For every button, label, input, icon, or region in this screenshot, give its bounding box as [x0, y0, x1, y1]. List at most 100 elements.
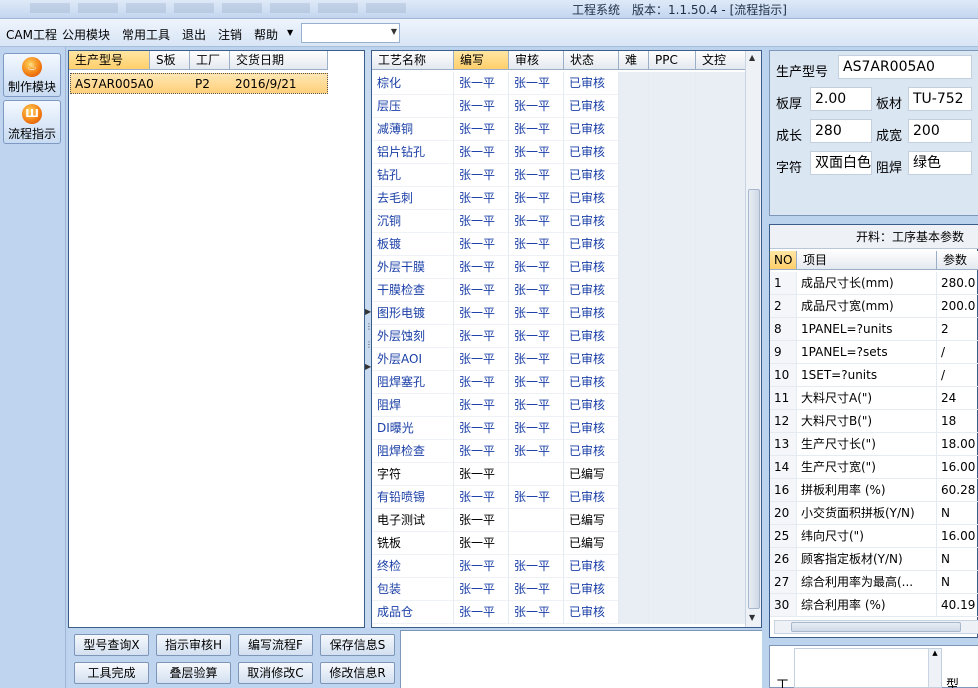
process-col-ppc[interactable]: PPC	[649, 51, 696, 70]
nav-make-label: 制作模块	[7, 80, 56, 94]
review-instruction-button[interactable]: 指示审核H	[156, 634, 231, 656]
order-col-s[interactable]: S板	[150, 51, 190, 70]
params-col-value[interactable]: 参数	[937, 251, 978, 270]
table-row[interactable]: 14 生产尺寸宽(") 16.00	[770, 456, 978, 479]
notes-area[interactable]	[400, 630, 762, 688]
table-row[interactable]: 成品仓 张一平 张一平 已审核	[372, 601, 746, 624]
table-row[interactable]: AS7AR005A0 P2 2016/9/21	[70, 73, 328, 94]
table-row[interactable]: 12 大料尺寸B(") 18	[770, 410, 978, 433]
stackup-verify-button[interactable]: 叠层验算	[156, 662, 231, 684]
write-flow-button[interactable]: 编写流程F	[238, 634, 313, 656]
save-info-button[interactable]: 保存信息S	[320, 634, 395, 656]
menu-combo-box[interactable]: ▼	[301, 23, 400, 43]
params-col-no[interactable]: NO	[770, 251, 797, 270]
table-row[interactable]: 包装 张一平 张一平 已审核	[372, 578, 746, 601]
nav-flow-button[interactable]: Ш 流程指示	[3, 100, 61, 144]
table-row[interactable]: 13 生产尺寸长(") 18.00	[770, 433, 978, 456]
menu-logout[interactable]: 注销	[218, 26, 242, 43]
table-row[interactable]: 30 综合利用率 (%) 40.19	[770, 594, 978, 617]
table-row[interactable]: 沉铜 张一平 张一平 已审核	[372, 210, 746, 233]
table-row[interactable]: 外层干膜 张一平 张一平 已审核	[372, 256, 746, 279]
bottom-scrollbar[interactable]: ▲	[928, 649, 941, 687]
params-value-cell: 24	[937, 387, 978, 410]
table-row[interactable]: DI曝光 张一平 张一平 已审核	[372, 417, 746, 440]
table-row[interactable]: 钻孔 张一平 张一平 已审核	[372, 164, 746, 187]
process-col-writer[interactable]: 编写	[454, 51, 509, 70]
order-col-date[interactable]: 交货日期	[230, 51, 328, 70]
table-row[interactable]: 有铅喷锡 张一平 张一平 已审核	[372, 486, 746, 509]
process-doc-control-cell	[696, 486, 746, 509]
table-row[interactable]: 板镀 张一平 张一平 已审核	[372, 233, 746, 256]
params-value-cell: 40.19	[937, 594, 978, 617]
table-row[interactable]: 图形电镀 张一平 张一平 已审核	[372, 302, 746, 325]
table-row[interactable]: 去毛刺 张一平 张一平 已审核	[372, 187, 746, 210]
process-col-name[interactable]: 工艺名称	[372, 51, 454, 70]
model-field[interactable]: AS7AR005A0	[838, 55, 972, 79]
table-row[interactable]: 26 顾客指定板材(Y/N) N	[770, 548, 978, 571]
params-col-item[interactable]: 项目	[797, 251, 937, 270]
menu-common-tools[interactable]: 常用工具	[122, 26, 170, 43]
help-dropdown-icon[interactable]: ▼	[287, 28, 293, 37]
table-row[interactable]: 11 大料尺寸A(") 24	[770, 387, 978, 410]
order-col-model[interactable]: 生产型号	[69, 51, 150, 70]
params-no-cell: 20	[770, 502, 797, 525]
table-row[interactable]: 铣板 张一平 已编写	[372, 532, 746, 555]
table-row[interactable]: 字符 张一平 已编写	[372, 463, 746, 486]
table-row[interactable]: 1 成品尺寸长(mm) 280.0	[770, 272, 978, 295]
edit-info-button[interactable]: 修改信息R	[320, 662, 395, 684]
order-col-factory[interactable]: 工厂	[190, 51, 230, 70]
params-item-cell: 生产尺寸宽(")	[797, 456, 937, 479]
table-row[interactable]: 干膜检查 张一平 张一平 已审核	[372, 279, 746, 302]
model-query-button[interactable]: 型号查询X	[74, 634, 149, 656]
menu-cam[interactable]: CAM工程	[6, 26, 57, 43]
table-row[interactable]: 27 综合利用率为最高(... N	[770, 571, 978, 594]
nav-make-module-button[interactable]: ♨ 制作模块	[3, 53, 61, 97]
mask-field[interactable]: 绿色	[908, 151, 972, 175]
table-row[interactable]: 20 小交货面积拼板(Y/N) N	[770, 502, 978, 525]
table-row[interactable]: 阻焊塞孔 张一平 张一平 已审核	[372, 371, 746, 394]
table-row[interactable]: 阻焊检查 张一平 张一平 已审核	[372, 440, 746, 463]
table-row[interactable]: 2 成品尺寸宽(mm) 200.0	[770, 295, 978, 318]
table-row[interactable]: 电子测试 张一平 已编写	[372, 509, 746, 532]
bottom-text-area[interactable]	[794, 648, 942, 688]
table-row[interactable]: 层压 张一平 张一平 已审核	[372, 95, 746, 118]
process-col-reviewer[interactable]: 审核	[509, 51, 564, 70]
table-row[interactable]: 终检 张一平 张一平 已审核	[372, 555, 746, 578]
scroll-down-icon[interactable]: ▼	[749, 613, 755, 622]
scrollbar-thumb[interactable]	[748, 189, 760, 609]
bottom-right-label: 型	[946, 678, 960, 688]
table-row[interactable]: 8 1PANEL=?units 2	[770, 318, 978, 341]
process-col-status[interactable]: 状态	[564, 51, 619, 70]
table-row[interactable]: 外层AOI 张一平 张一平 已审核	[372, 348, 746, 371]
table-row[interactable]: 10 1SET=?units /	[770, 364, 978, 387]
process-reviewer-cell: 张一平	[509, 417, 564, 440]
params-hscrollbar[interactable]	[774, 620, 978, 634]
scrollbar-thumb[interactable]	[791, 622, 961, 632]
tool-complete-button[interactable]: 工具完成	[74, 662, 149, 684]
process-scrollbar[interactable]: ▲ ▼	[745, 51, 761, 627]
width-field[interactable]: 200	[908, 119, 972, 143]
char-field[interactable]: 双面白色	[810, 151, 872, 175]
process-col-difficulty[interactable]: 难	[619, 51, 649, 70]
table-row[interactable]: 棕化 张一平 张一平 已审核	[372, 72, 746, 95]
cancel-edit-button[interactable]: 取消修改C	[238, 662, 313, 684]
table-row[interactable]: 外层蚀刻 张一平 张一平 已审核	[372, 325, 746, 348]
table-row[interactable]: 阻焊 张一平 张一平 已审核	[372, 394, 746, 417]
table-row[interactable]: 铝片钻孔 张一平 张一平 已审核	[372, 141, 746, 164]
menu-common-module[interactable]: 公用模块	[62, 26, 110, 43]
process-reviewer-cell: 张一平	[509, 279, 564, 302]
table-row[interactable]: 减薄铜 张一平 张一平 已审核	[372, 118, 746, 141]
process-doc-control-cell	[696, 578, 746, 601]
length-field[interactable]: 280	[810, 119, 872, 143]
table-row[interactable]: 9 1PANEL=?sets /	[770, 341, 978, 364]
table-row[interactable]: 16 拼板利用率 (%) 60.28	[770, 479, 978, 502]
scroll-up-icon[interactable]: ▲	[749, 53, 755, 62]
menu-help[interactable]: 帮助	[254, 26, 278, 43]
thickness-field[interactable]: 2.00	[810, 87, 872, 111]
process-reviewer-cell: 张一平	[509, 394, 564, 417]
process-col-doc-control[interactable]: 文控	[696, 51, 746, 70]
material-field[interactable]: TU-752	[908, 87, 972, 111]
chevron-down-icon[interactable]: ▼	[391, 27, 397, 36]
table-row[interactable]: 25 纬向尺寸(") 16.00	[770, 525, 978, 548]
menu-exit[interactable]: 退出	[182, 26, 206, 43]
